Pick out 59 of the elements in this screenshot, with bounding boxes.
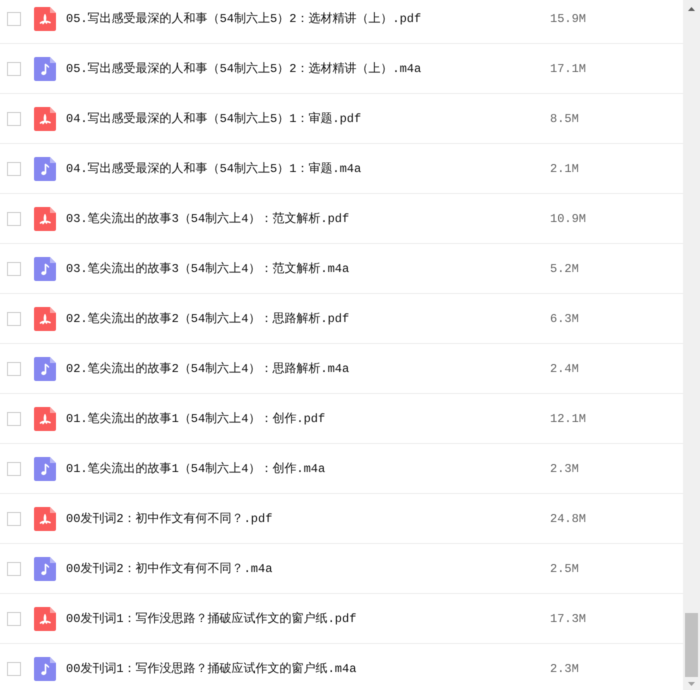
- checkbox[interactable]: [7, 662, 21, 676]
- file-name[interactable]: 02.笔尖流出的故事2（54制六上4）：思路解析.m4a: [66, 360, 550, 378]
- checkbox[interactable]: [7, 412, 21, 426]
- checkbox[interactable]: [7, 262, 21, 276]
- file-name[interactable]: 04.写出感受最深的人和事（54制六上5）1：审题.pdf: [66, 110, 550, 128]
- file-size: 15.9M: [550, 10, 586, 28]
- file-name[interactable]: 01.笔尖流出的故事1（54制六上4）：创作.m4a: [66, 460, 550, 478]
- pdf-file-icon: [34, 406, 56, 430]
- checkbox[interactable]: [7, 462, 21, 476]
- file-size: 24.8M: [550, 510, 586, 528]
- file-size: 2.1M: [550, 160, 579, 178]
- file-size: 12.1M: [550, 410, 586, 428]
- file-name[interactable]: 00发刊词2：初中作文有何不同？.pdf: [66, 510, 550, 528]
- checkbox[interactable]: [7, 612, 21, 626]
- checkbox[interactable]: [7, 212, 21, 226]
- checkbox[interactable]: [7, 62, 21, 76]
- checkbox[interactable]: [7, 162, 21, 176]
- triangle-down-icon: [688, 682, 695, 686]
- file-size: 5.2M: [550, 260, 579, 278]
- file-size: 2.3M: [550, 660, 579, 678]
- checkbox[interactable]: [7, 112, 21, 126]
- file-size: 8.5M: [550, 110, 579, 128]
- file-name[interactable]: 01.笔尖流出的故事1（54制六上4）：创作.pdf: [66, 410, 550, 428]
- file-name[interactable]: 00发刊词2：初中作文有何不同？.m4a: [66, 560, 550, 578]
- file-name[interactable]: 05.写出感受最深的人和事（54制六上5）2：选材精讲（上）.pdf: [66, 10, 550, 28]
- checkbox[interactable]: [7, 362, 21, 376]
- file-name[interactable]: 00发刊词1：写作没思路？捅破应试作文的窗户纸.m4a: [66, 660, 550, 678]
- file-size: 10.9M: [550, 210, 586, 228]
- file-name[interactable]: 03.笔尖流出的故事3（54制六上4）：范文解析.m4a: [66, 260, 550, 278]
- file-size: 6.3M: [550, 310, 579, 328]
- checkbox[interactable]: [7, 562, 21, 576]
- file-size: 2.4M: [550, 360, 579, 378]
- pdf-file-icon: [34, 606, 56, 630]
- file-name[interactable]: 03.笔尖流出的故事3（54制六上4）：范文解析.pdf: [66, 210, 550, 228]
- file-size: 2.3M: [550, 460, 579, 478]
- pdf-file-icon: [34, 106, 56, 130]
- scrollbar-thumb[interactable]: [685, 613, 698, 677]
- pdf-file-icon: [34, 306, 56, 330]
- music-file-icon: [34, 656, 56, 680]
- pdf-file-icon: [34, 6, 56, 30]
- file-name[interactable]: 00发刊词1：写作没思路？捅破应试作文的窗户纸.pdf: [66, 610, 550, 628]
- checkbox[interactable]: [7, 512, 21, 526]
- music-file-icon: [34, 456, 56, 480]
- file-size: 2.5M: [550, 560, 579, 578]
- file-name[interactable]: 02.笔尖流出的故事2（54制六上4）：思路解析.pdf: [66, 310, 550, 328]
- file-size: 17.1M: [550, 60, 586, 78]
- music-file-icon: [34, 156, 56, 180]
- file-name[interactable]: 04.写出感受最深的人和事（54制六上5）1：审题.m4a: [66, 160, 550, 178]
- music-file-icon: [34, 56, 56, 80]
- checkbox[interactable]: [7, 312, 21, 326]
- music-file-icon: [34, 356, 56, 380]
- file-size: 17.3M: [550, 610, 586, 628]
- triangle-up-icon: [688, 6, 695, 10]
- checkbox[interactable]: [7, 12, 21, 26]
- music-file-icon: [34, 256, 56, 280]
- music-file-icon: [34, 556, 56, 580]
- pdf-file-icon: [34, 206, 56, 230]
- pdf-file-icon: [34, 506, 56, 530]
- file-name[interactable]: 05.写出感受最深的人和事（54制六上5）2：选材精讲（上）.m4a: [66, 60, 550, 78]
